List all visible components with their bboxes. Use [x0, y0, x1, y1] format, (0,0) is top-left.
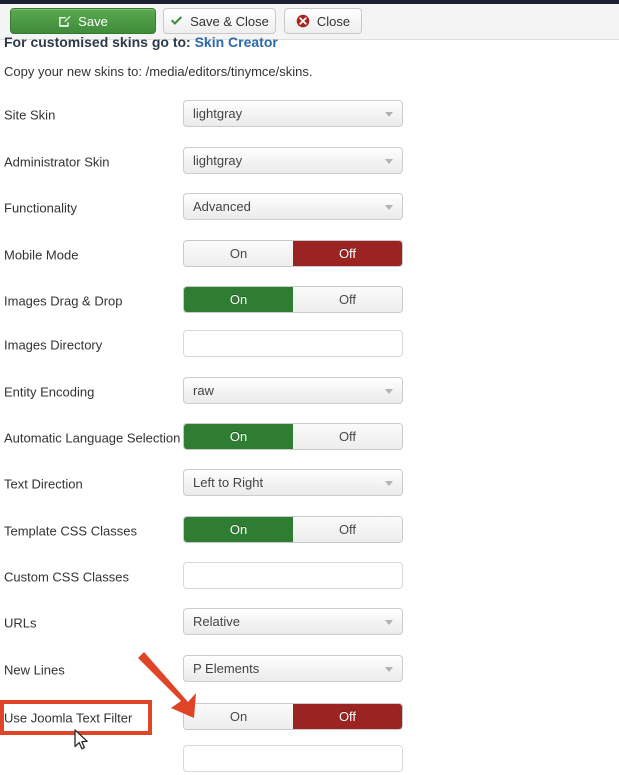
chevron-down-icon — [385, 388, 393, 394]
toggle-off-mobile-mode[interactable]: Off — [293, 241, 402, 266]
toggle-on-mobile-mode[interactable]: On — [184, 241, 293, 266]
toggle-on-images-drag-and-drop[interactable]: On — [184, 287, 293, 312]
input-partial-field-below[interactable] — [183, 745, 403, 772]
select-site-skin[interactable]: lightgray — [183, 100, 403, 127]
form-row-functionality: Functionality Advanced — [0, 193, 619, 223]
save-button[interactable]: Save — [10, 8, 156, 34]
toggle-automatic-language-selection[interactable]: On Off — [183, 423, 403, 450]
chevron-down-icon — [385, 111, 393, 117]
toggle-on-use-joomla-text-filter[interactable]: On — [184, 704, 293, 729]
label-new-lines: New Lines — [4, 662, 65, 678]
form-row-mobile-mode: Mobile Mode On Off — [0, 240, 619, 270]
label-template-css-classes: Template CSS Classes — [4, 523, 137, 539]
label-administrator-skin: Administrator Skin — [4, 154, 110, 170]
toggle-images-drag-and-drop[interactable]: On Off — [183, 286, 403, 313]
form-row-partial-field-below — [0, 745, 619, 775]
select-value-functionality: Advanced — [193, 199, 251, 214]
input-images-directory[interactable] — [183, 330, 403, 357]
form-row-site-skin: Site Skin lightgray — [0, 100, 619, 130]
chevron-down-icon — [385, 666, 393, 672]
select-value-urls: Relative — [193, 614, 240, 629]
label-custom-css-classes: Custom CSS Classes — [4, 569, 129, 585]
close-icon — [296, 14, 310, 28]
input-custom-css-classes[interactable] — [183, 562, 403, 589]
skins-note-heading-text: For customised skins go to: — [4, 34, 195, 50]
pencil-icon — [58, 15, 71, 28]
label-images-directory: Images Directory — [4, 337, 103, 353]
form-row-administrator-skin: Administrator Skin lightgray — [0, 147, 619, 177]
select-new-lines[interactable]: P Elements — [183, 655, 403, 682]
form-row-automatic-language-selection: Automatic Language Selection On Off — [0, 423, 619, 453]
toggle-on-automatic-language-selection[interactable]: On — [184, 424, 293, 449]
skins-note-heading: For customised skins go to: Skin Creator — [4, 34, 278, 50]
chevron-down-icon — [385, 158, 393, 164]
select-value-site-skin: lightgray — [193, 106, 243, 121]
toggle-off-automatic-language-selection[interactable]: Off — [293, 424, 402, 449]
select-administrator-skin[interactable]: lightgray — [183, 147, 403, 174]
form-row-images-directory: Images Directory — [0, 330, 619, 360]
close-button-label: Close — [316, 13, 351, 29]
form-row-custom-css-classes: Custom CSS Classes — [0, 562, 619, 592]
select-text-direction[interactable]: Left to Right — [183, 469, 403, 496]
skin-creator-link[interactable]: Skin Creator — [195, 34, 278, 50]
select-value-administrator-skin: lightgray — [193, 153, 243, 168]
form-row-use-joomla-text-filter: Use Joomla Text Filter On Off — [0, 703, 619, 733]
label-site-skin: Site Skin — [4, 107, 56, 123]
form-row-urls: URLs Relative — [0, 608, 619, 638]
label-images-drag-and-drop: Images Drag & Drop — [4, 293, 123, 309]
label-urls: URLs — [4, 615, 37, 631]
label-mobile-mode: Mobile Mode — [4, 247, 79, 263]
chevron-down-icon — [385, 204, 393, 210]
select-urls[interactable]: Relative — [183, 608, 403, 635]
toggle-on-template-css-classes[interactable]: On — [184, 517, 293, 542]
select-value-new-lines: P Elements — [193, 661, 260, 676]
chevron-down-icon — [385, 480, 393, 486]
toggle-mobile-mode[interactable]: On Off — [183, 240, 403, 267]
skins-copy-note: Copy your new skins to: /media/editors/t… — [4, 64, 313, 79]
label-automatic-language-selection: Automatic Language Selection — [4, 430, 181, 446]
save-button-label: Save — [78, 13, 108, 29]
label-use-joomla-text-filter: Use Joomla Text Filter — [4, 710, 133, 726]
label-entity-encoding: Entity Encoding — [4, 384, 95, 400]
select-value-entity-encoding: raw — [193, 383, 214, 398]
select-entity-encoding[interactable]: raw — [183, 377, 403, 404]
save-and-close-button-label: Save & Close — [190, 13, 269, 29]
form-row-images-drag-and-drop: Images Drag & Drop On Off — [0, 286, 619, 316]
save-and-close-button[interactable]: Save & Close — [163, 8, 276, 34]
form-row-new-lines: New Lines P Elements — [0, 655, 619, 685]
label-text-direction: Text Direction — [4, 476, 83, 492]
toggle-use-joomla-text-filter[interactable]: On Off — [183, 703, 403, 730]
check-icon — [170, 15, 183, 27]
toggle-off-template-css-classes[interactable]: Off — [293, 517, 402, 542]
select-functionality[interactable]: Advanced — [183, 193, 403, 220]
toggle-template-css-classes[interactable]: On Off — [183, 516, 403, 543]
toggle-off-images-drag-and-drop[interactable]: Off — [293, 287, 402, 312]
select-value-text-direction: Left to Right — [193, 475, 264, 490]
close-button[interactable]: Close — [284, 8, 362, 34]
form-row-text-direction: Text Direction Left to Right — [0, 469, 619, 499]
form-row-template-css-classes: Template CSS Classes On Off — [0, 516, 619, 546]
chevron-down-icon — [385, 619, 393, 625]
label-functionality: Functionality — [4, 200, 77, 216]
form-row-entity-encoding: Entity Encoding raw — [0, 377, 619, 407]
toggle-off-use-joomla-text-filter[interactable]: Off — [293, 704, 402, 729]
